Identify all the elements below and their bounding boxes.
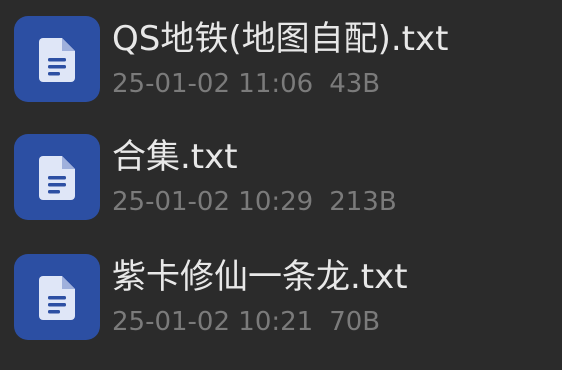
file-icon-tile bbox=[14, 254, 100, 340]
document-icon bbox=[39, 38, 75, 82]
file-datetime: 25-01-02 11:06 bbox=[112, 69, 314, 99]
file-name: 合集.txt bbox=[112, 137, 238, 177]
file-datetime: 25-01-02 10:21 bbox=[112, 307, 314, 337]
file-name: QS地铁(地图自配).txt bbox=[112, 19, 449, 59]
file-meta: 25-01-02 10:29 213B bbox=[112, 184, 397, 220]
document-icon bbox=[39, 276, 75, 320]
file-datetime: 25-01-02 10:29 bbox=[112, 187, 314, 217]
file-list: QS地铁(地图自配).txt 25-01-02 11:06 43B 合集.txt … bbox=[0, 0, 562, 370]
file-item-qs-subway[interactable]: QS地铁(地图自配).txt 25-01-02 11:06 43B bbox=[0, 10, 562, 120]
file-size: 213B bbox=[329, 187, 397, 217]
file-icon-tile bbox=[14, 16, 100, 102]
file-size: 70B bbox=[329, 307, 381, 337]
file-meta: 25-01-02 11:06 43B bbox=[112, 66, 380, 102]
file-item-collection[interactable]: 合集.txt 25-01-02 10:29 213B bbox=[0, 128, 562, 238]
file-name: 紫卡修仙一条龙.txt bbox=[112, 257, 408, 297]
file-item-purple-card-guide[interactable]: 紫卡修仙一条龙.txt 25-01-02 10:21 70B bbox=[0, 248, 562, 358]
document-icon bbox=[39, 156, 75, 200]
file-meta: 25-01-02 10:21 70B bbox=[112, 304, 380, 340]
file-size: 43B bbox=[329, 69, 381, 99]
file-icon-tile bbox=[14, 134, 100, 220]
